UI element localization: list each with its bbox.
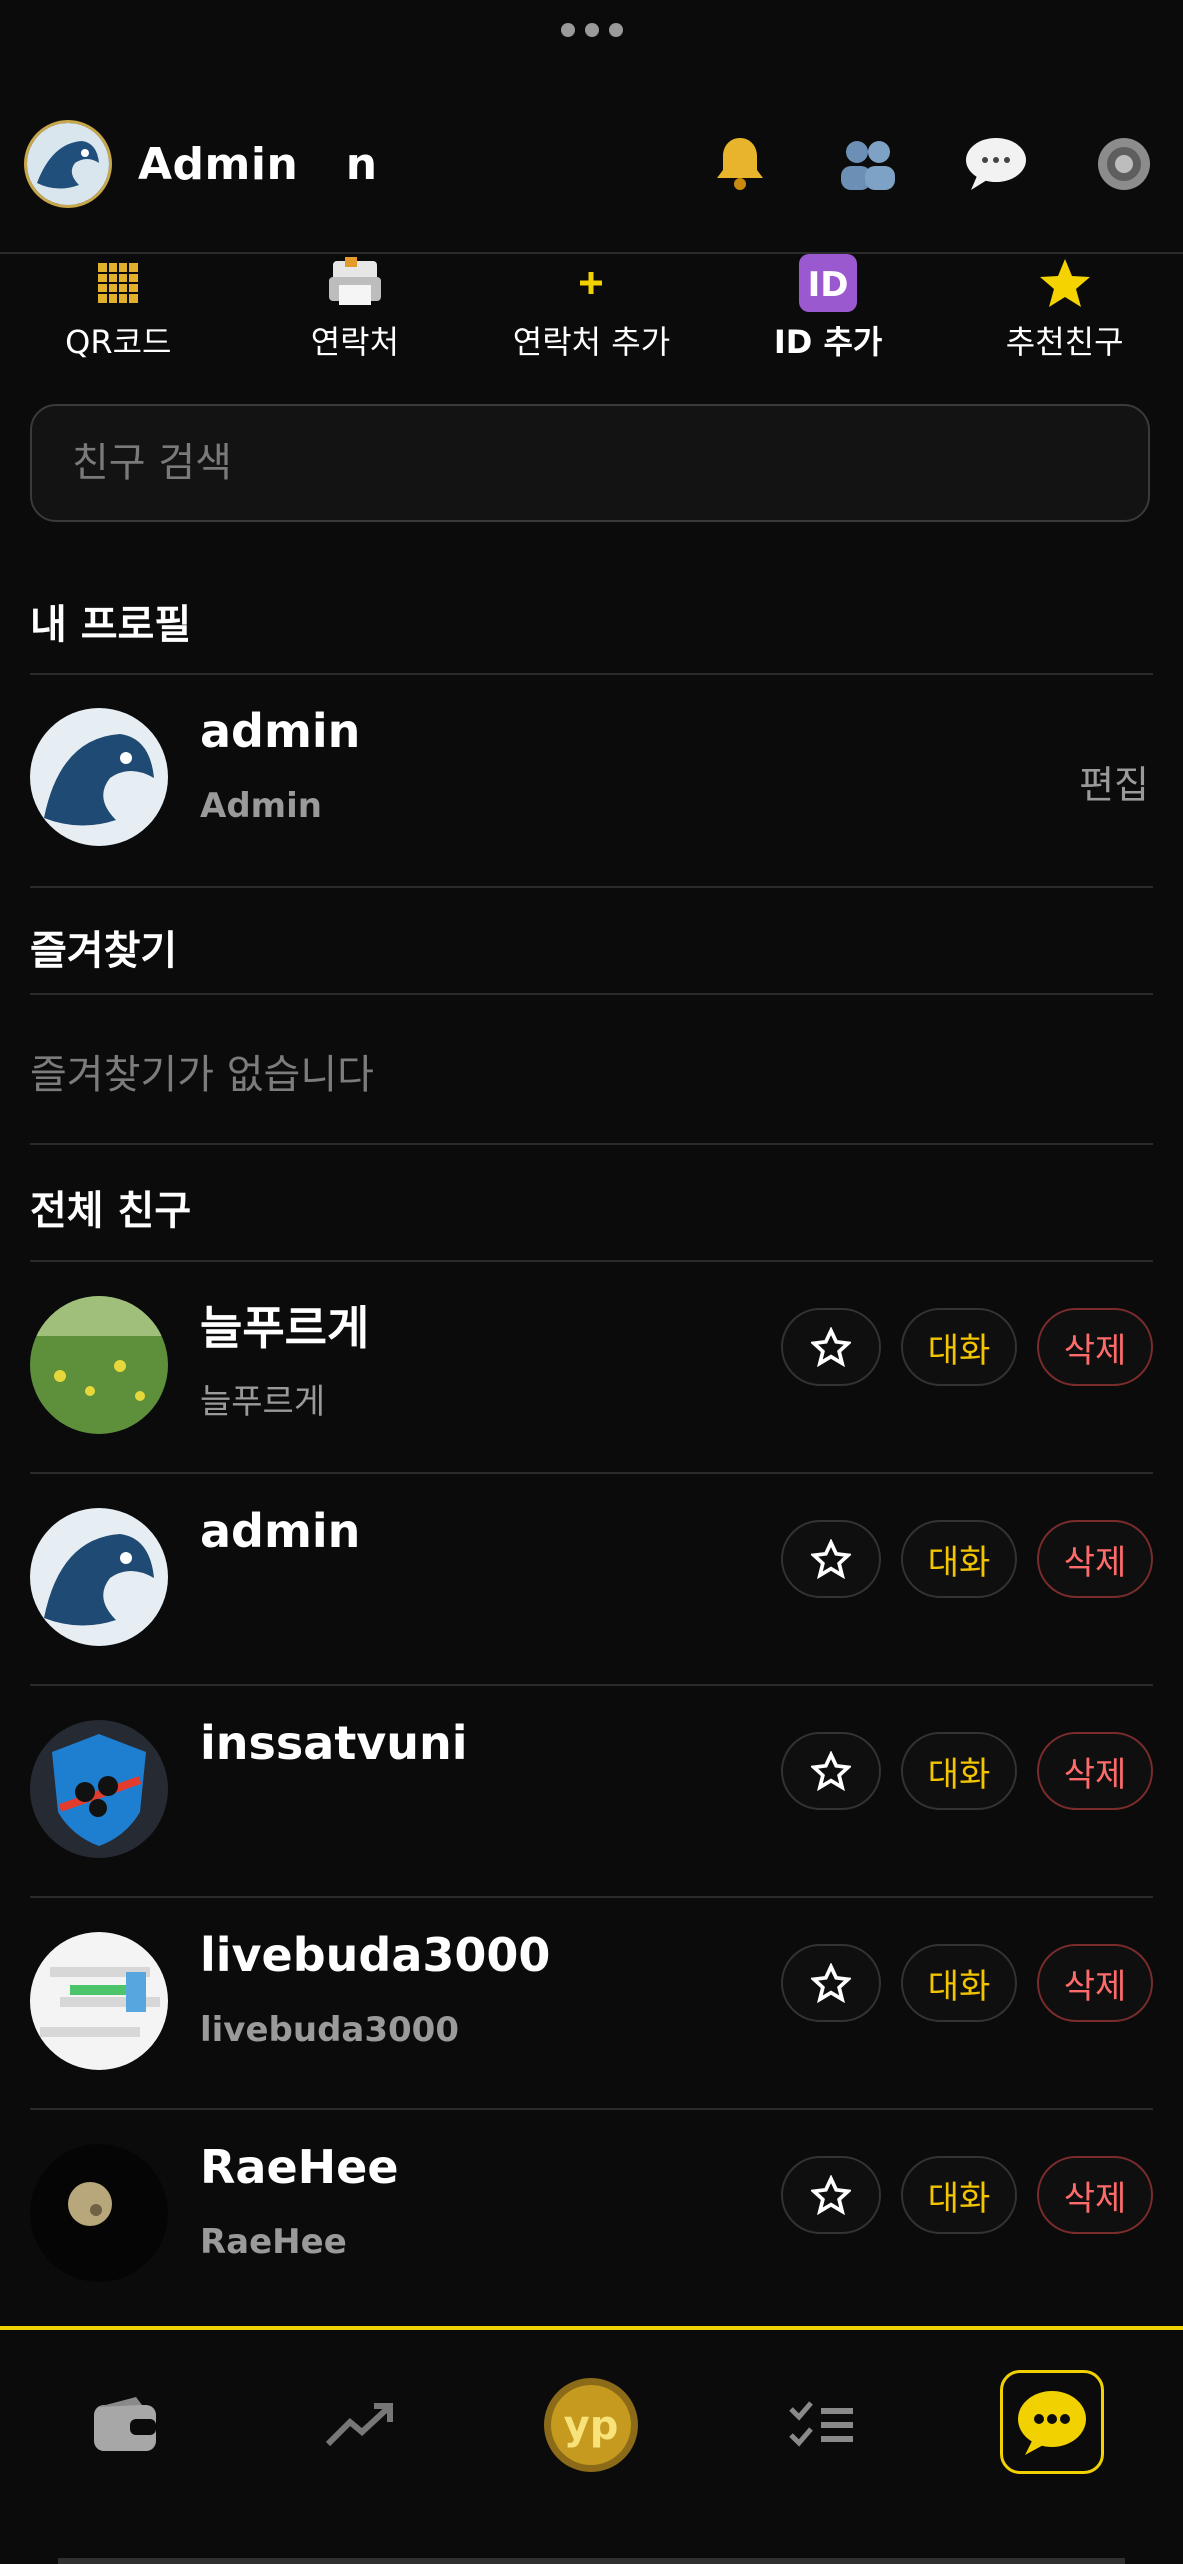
chat-button[interactable]: 대화 — [901, 1308, 1017, 1386]
favorite-button[interactable] — [781, 1520, 881, 1598]
list-item[interactable]: inssatvuni 대화 삭제 — [0, 1688, 1183, 1900]
list-item[interactable]: livebuda3000 livebuda3000 대화 삭제 — [0, 1900, 1183, 2112]
home-logo-icon[interactable]: yp — [536, 2370, 646, 2480]
contacts-label: 연락처 — [310, 323, 400, 361]
chat-button[interactable]: 대화 — [901, 1520, 1017, 1598]
checklist-icon[interactable] — [767, 2370, 877, 2480]
friend-name: admin — [200, 1504, 361, 1558]
wallet-icon[interactable] — [70, 2370, 180, 2480]
friend-name: livebuda3000 — [200, 1928, 551, 1982]
contacts-button[interactable]: 연락처 — [255, 255, 455, 363]
avatar — [30, 1296, 168, 1434]
search-box[interactable] — [30, 404, 1150, 522]
star-icon — [1038, 255, 1092, 311]
avatar[interactable] — [24, 120, 112, 208]
avatar — [30, 1508, 168, 1646]
avatar — [30, 1932, 168, 2070]
all-friends-heading: 전체 친구 — [30, 1188, 192, 1234]
recommended-friends-label: 추천친구 — [1005, 323, 1124, 361]
chat-tab-icon[interactable] — [1000, 2370, 1104, 2474]
delete-button[interactable]: 삭제 — [1037, 1732, 1153, 1810]
delete-button[interactable]: 삭제 — [1037, 1308, 1153, 1386]
qr-code-button[interactable]: QR코드 — [18, 255, 218, 363]
quick-actions: QR코드 연락처 연락처 추가 ID ID 추가 추천친구 — [0, 254, 1183, 365]
add-contact-label: 연락처 추가 — [512, 323, 671, 361]
favorite-button[interactable] — [781, 1944, 881, 2022]
favorites-empty-text: 즐겨찾기가 없습니다 — [30, 1052, 374, 1098]
friend-name: 늘푸르게 — [200, 1301, 370, 1355]
avatar — [30, 1720, 168, 1858]
profile-subtitle: Admin — [200, 786, 322, 826]
chat-button[interactable]: 대화 — [901, 2156, 1017, 2234]
list-item[interactable]: RaeHee RaeHee 대화 삭제 — [0, 2112, 1183, 2324]
chat-bubble-icon[interactable] — [961, 129, 1031, 199]
id-icon: ID — [799, 254, 858, 312]
plus-icon — [576, 255, 606, 311]
favorites-heading: 즐겨찾기 — [30, 928, 178, 974]
bottom-nav: yp — [0, 2326, 1183, 2564]
svg-text:ID: ID — [808, 265, 849, 305]
star-outline-icon — [811, 1751, 851, 1791]
my-profile-row[interactable]: admin Admin 편집 — [0, 676, 1183, 888]
friends-icon[interactable] — [833, 129, 903, 199]
friend-subtitle: livebuda3000 — [200, 2010, 459, 2050]
friend-name: inssatvuni — [200, 1716, 468, 1770]
star-outline-icon — [811, 2175, 851, 2215]
add-id-label: ID 추가 — [773, 323, 883, 361]
gear-icon[interactable] — [1089, 129, 1159, 199]
edit-button[interactable]: 편집 — [1079, 754, 1149, 809]
avatar — [30, 2144, 168, 2282]
recommended-friends-button[interactable]: 추천친구 — [965, 255, 1165, 363]
delete-button[interactable]: 삭제 — [1037, 1944, 1153, 2022]
star-outline-icon — [811, 1327, 851, 1367]
page-title: Admin n — [138, 138, 378, 190]
my-profile-heading: 내 프로필 — [30, 602, 192, 648]
friend-subtitle: 늘푸르게 — [200, 1382, 326, 1422]
avatar — [30, 708, 168, 846]
bell-icon[interactable] — [705, 129, 775, 199]
profile-name: admin — [200, 704, 361, 758]
friend-subtitle: RaeHee — [200, 2222, 347, 2262]
trend-icon[interactable] — [305, 2370, 415, 2480]
contacts-icon — [327, 255, 383, 311]
list-item[interactable]: admin 대화 삭제 — [0, 1476, 1183, 1688]
chat-button[interactable]: 대화 — [901, 1732, 1017, 1810]
top-header: Admin n — [24, 112, 1159, 216]
search-input[interactable] — [70, 439, 1148, 487]
delete-button[interactable]: 삭제 — [1037, 1520, 1153, 1598]
favorite-button[interactable] — [781, 1308, 881, 1386]
home-indicator — [58, 2558, 1125, 2564]
more-dots-icon[interactable] — [0, 22, 1183, 41]
add-id-button[interactable]: ID ID 추가 — [728, 254, 928, 363]
add-contact-button[interactable]: 연락처 추가 — [491, 255, 691, 363]
qr-icon — [98, 255, 139, 311]
list-item[interactable]: 늘푸르게 늘푸르게 대화 삭제 — [0, 1264, 1183, 1476]
qr-code-label: QR코드 — [65, 323, 172, 361]
friend-name: RaeHee — [200, 2140, 399, 2194]
delete-button[interactable]: 삭제 — [1037, 2156, 1153, 2234]
star-outline-icon — [811, 1963, 851, 2003]
favorite-button[interactable] — [781, 1732, 881, 1810]
svg-text:yp: yp — [564, 2403, 619, 2449]
star-outline-icon — [811, 1539, 851, 1579]
chat-button[interactable]: 대화 — [901, 1944, 1017, 2022]
favorite-button[interactable] — [781, 2156, 881, 2234]
